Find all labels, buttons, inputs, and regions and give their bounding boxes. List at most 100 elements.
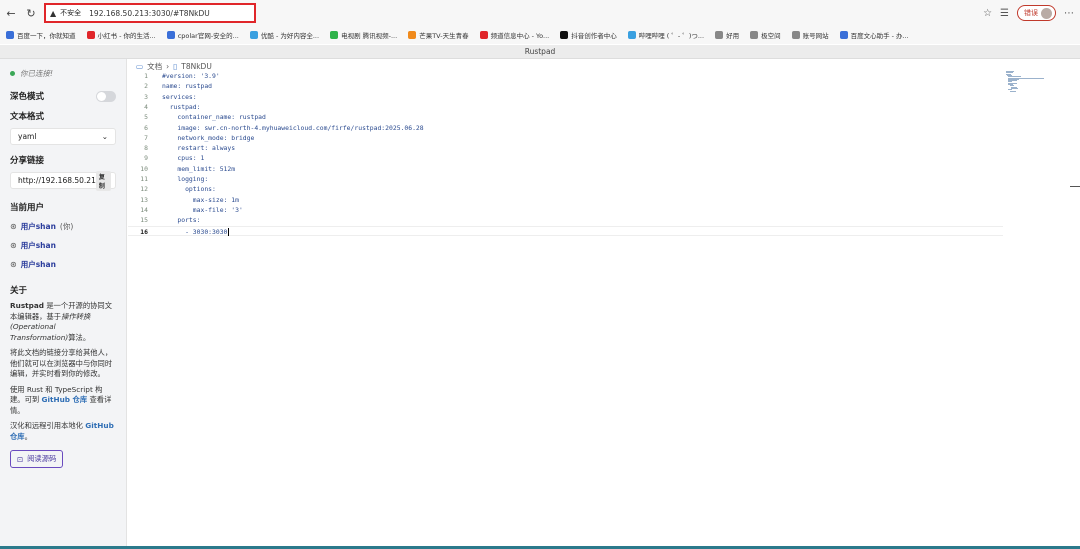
about-paragraph-3: 使用 Rust 和 TypeScript 构建。可到 GitHub 仓库 查看详…: [10, 385, 116, 417]
minimap[interactable]: [1006, 71, 1046, 93]
window-title: Rustpad: [0, 45, 1080, 59]
code-line: 12 options:: [128, 184, 1003, 194]
code-text: max-file: '3': [162, 205, 243, 214]
line-number: 5: [144, 113, 148, 122]
address-bar[interactable]: ▲ 不安全 192.168.50.213:3030/#T8NkDU: [44, 3, 256, 23]
read-source-button[interactable]: ⊡ 阅读源码: [10, 450, 64, 468]
code-line: 9 cpus: 1: [128, 153, 1003, 163]
bookmark-label: 小红书 - 你的生活...: [97, 32, 156, 40]
bookmark-icon: [791, 31, 800, 39]
dark-mode-label: 深色模式: [10, 92, 45, 102]
favorite-star-icon[interactable]: ☆: [983, 8, 992, 19]
back-icon[interactable]: ←: [4, 6, 18, 20]
bookmark-icon: [86, 31, 95, 39]
bookmark-icon: [750, 31, 759, 39]
share-link-value: http://192.168.50.21: [18, 176, 96, 185]
connection-status: 你已连接!: [10, 68, 116, 79]
code-line: 14 max-file: '3': [128, 205, 1003, 215]
code-line: 16 - 3030:3030: [128, 225, 1003, 236]
format-select[interactable]: yaml ⌄: [10, 128, 116, 145]
favorites-list-icon[interactable]: ☰: [1000, 8, 1009, 19]
format-label: 文本格式: [10, 112, 45, 122]
line-number: 7: [144, 133, 148, 142]
bookmark-item[interactable]: 抖音创作者中心: [560, 30, 617, 40]
bookmark-item[interactable]: 频道信息中心 - Yo...: [479, 30, 550, 40]
code-text: ports:: [162, 216, 201, 225]
code-line: 3 services:: [128, 92, 1003, 102]
read-source-label: 阅读源码: [27, 454, 57, 463]
bookmark-item[interactable]: cpolar官网-安全的...: [166, 30, 239, 40]
code-text: mem_limit: 512m: [162, 164, 236, 173]
bookmark-item[interactable]: 百度一下，你就知道: [6, 30, 76, 40]
chevron-down-icon: ⌄: [101, 132, 108, 141]
bookmark-item[interactable]: 哔哩哔哩 ( ゜- ゜)つ...: [627, 30, 704, 40]
about-paragraph-4: 汉化和远程引用本地化 GitHub 仓库。: [10, 421, 116, 442]
bookmark-item[interactable]: 小红书 - 你的生活...: [86, 30, 156, 40]
bookmark-label: 账号网站: [802, 32, 829, 40]
user-suffix: (你): [59, 222, 74, 231]
share-link-field[interactable]: http://192.168.50.21 复制: [10, 170, 116, 191]
github-link[interactable]: GitHub 仓库: [42, 395, 88, 404]
bookmark-label: 百度一下，你就知道: [17, 32, 76, 40]
line-number: 10: [140, 164, 148, 173]
bookmark-icon: [479, 31, 488, 39]
code-editor[interactable]: 1 #version: '3.9' 2 name: rustpad 3 services:…: [128, 71, 1003, 531]
bookmark-item[interactable]: 极空间: [750, 30, 781, 40]
bookmark-label: 频道信息中心 - Yo...: [490, 32, 550, 40]
bookmark-item[interactable]: 好用: [715, 30, 739, 40]
bookmark-item[interactable]: 账号网站: [791, 30, 829, 40]
users-label: 当前用户: [10, 203, 45, 213]
code-line: 7 network_mode: bridge: [128, 133, 1003, 143]
line-number: 2: [144, 82, 148, 91]
scrollbar-marker: [1070, 186, 1080, 187]
toolbar-right: ☆ ☰ 错误 ⋯: [983, 5, 1074, 21]
user-name[interactable]: 用户shan: [21, 221, 56, 232]
code-text: image: swr.cn-north-4.myhuaweicloud.com/…: [162, 123, 424, 132]
user-icon: ⊛: [10, 241, 17, 250]
bookmark-icon: [330, 31, 339, 39]
code-line: 4 rustpad:: [128, 102, 1003, 112]
user-icon: ⊛: [10, 260, 17, 269]
connection-status-text: 你已连接!: [20, 69, 54, 78]
line-number: 15: [140, 216, 148, 225]
text-cursor: [227, 227, 229, 236]
bookmark-icon: [715, 31, 724, 39]
more-icon[interactable]: ⋯: [1064, 8, 1074, 19]
avatar: [1041, 7, 1052, 19]
reload-icon[interactable]: ↻: [24, 6, 38, 20]
code-text: #version: '3.9': [162, 72, 220, 80]
error-label: 错误: [1024, 9, 1038, 17]
line-number: 6: [144, 123, 148, 132]
dark-mode-row: 深色模式: [10, 90, 116, 102]
user-name: 用户shan: [20, 241, 56, 250]
code-line: 1 #version: '3.9': [128, 71, 1003, 81]
dark-mode-toggle[interactable]: [96, 90, 116, 102]
code-line: 6 image: swr.cn-north-4.myhuaweicloud.co…: [128, 123, 1003, 133]
copy-button[interactable]: 复制: [95, 170, 111, 191]
bookmark-label: 芒果TV-天生青春: [419, 32, 469, 40]
bookmark-item[interactable]: 优酷 - 为好内容全...: [249, 30, 319, 40]
bookmark-item[interactable]: 电视剧 腾讯视频-...: [330, 30, 397, 40]
line-number: 9: [144, 154, 148, 163]
user-name: 用户shan: [20, 260, 56, 269]
code-text: cpus: 1: [162, 154, 205, 163]
error-profile-button[interactable]: 错误: [1017, 5, 1056, 21]
about-paragraph-1: Rustpad 是一个开源的协同文本编辑器，基于操作转换 (Operationa…: [10, 301, 116, 343]
code-text: network_mode: bridge: [162, 133, 255, 142]
line-number: 14: [140, 205, 148, 214]
code-text: rustpad:: [162, 102, 201, 111]
line-number: 4: [144, 102, 148, 111]
bookmark-label: 电视剧 腾讯视频-...: [341, 32, 398, 40]
about-text: 。: [24, 431, 32, 441]
insecure-label: 不安全: [60, 9, 82, 17]
line-number: 1: [144, 72, 148, 80]
bookmark-label: 好用: [726, 32, 740, 40]
bookmark-item[interactable]: 百度文心助手 - 办...: [839, 30, 909, 40]
code-line: 2 name: rustpad: [128, 81, 1003, 91]
code-line: 15 ports:: [128, 215, 1003, 225]
bookmark-item[interactable]: 芒果TV-天生青春: [408, 30, 469, 40]
bookmark-label: cpolar官网-安全的...: [177, 32, 239, 40]
bookmark-icon: [839, 31, 848, 39]
bookmark-icon: [408, 31, 417, 39]
bookmark-label: 抖音创作者中心: [571, 32, 617, 40]
